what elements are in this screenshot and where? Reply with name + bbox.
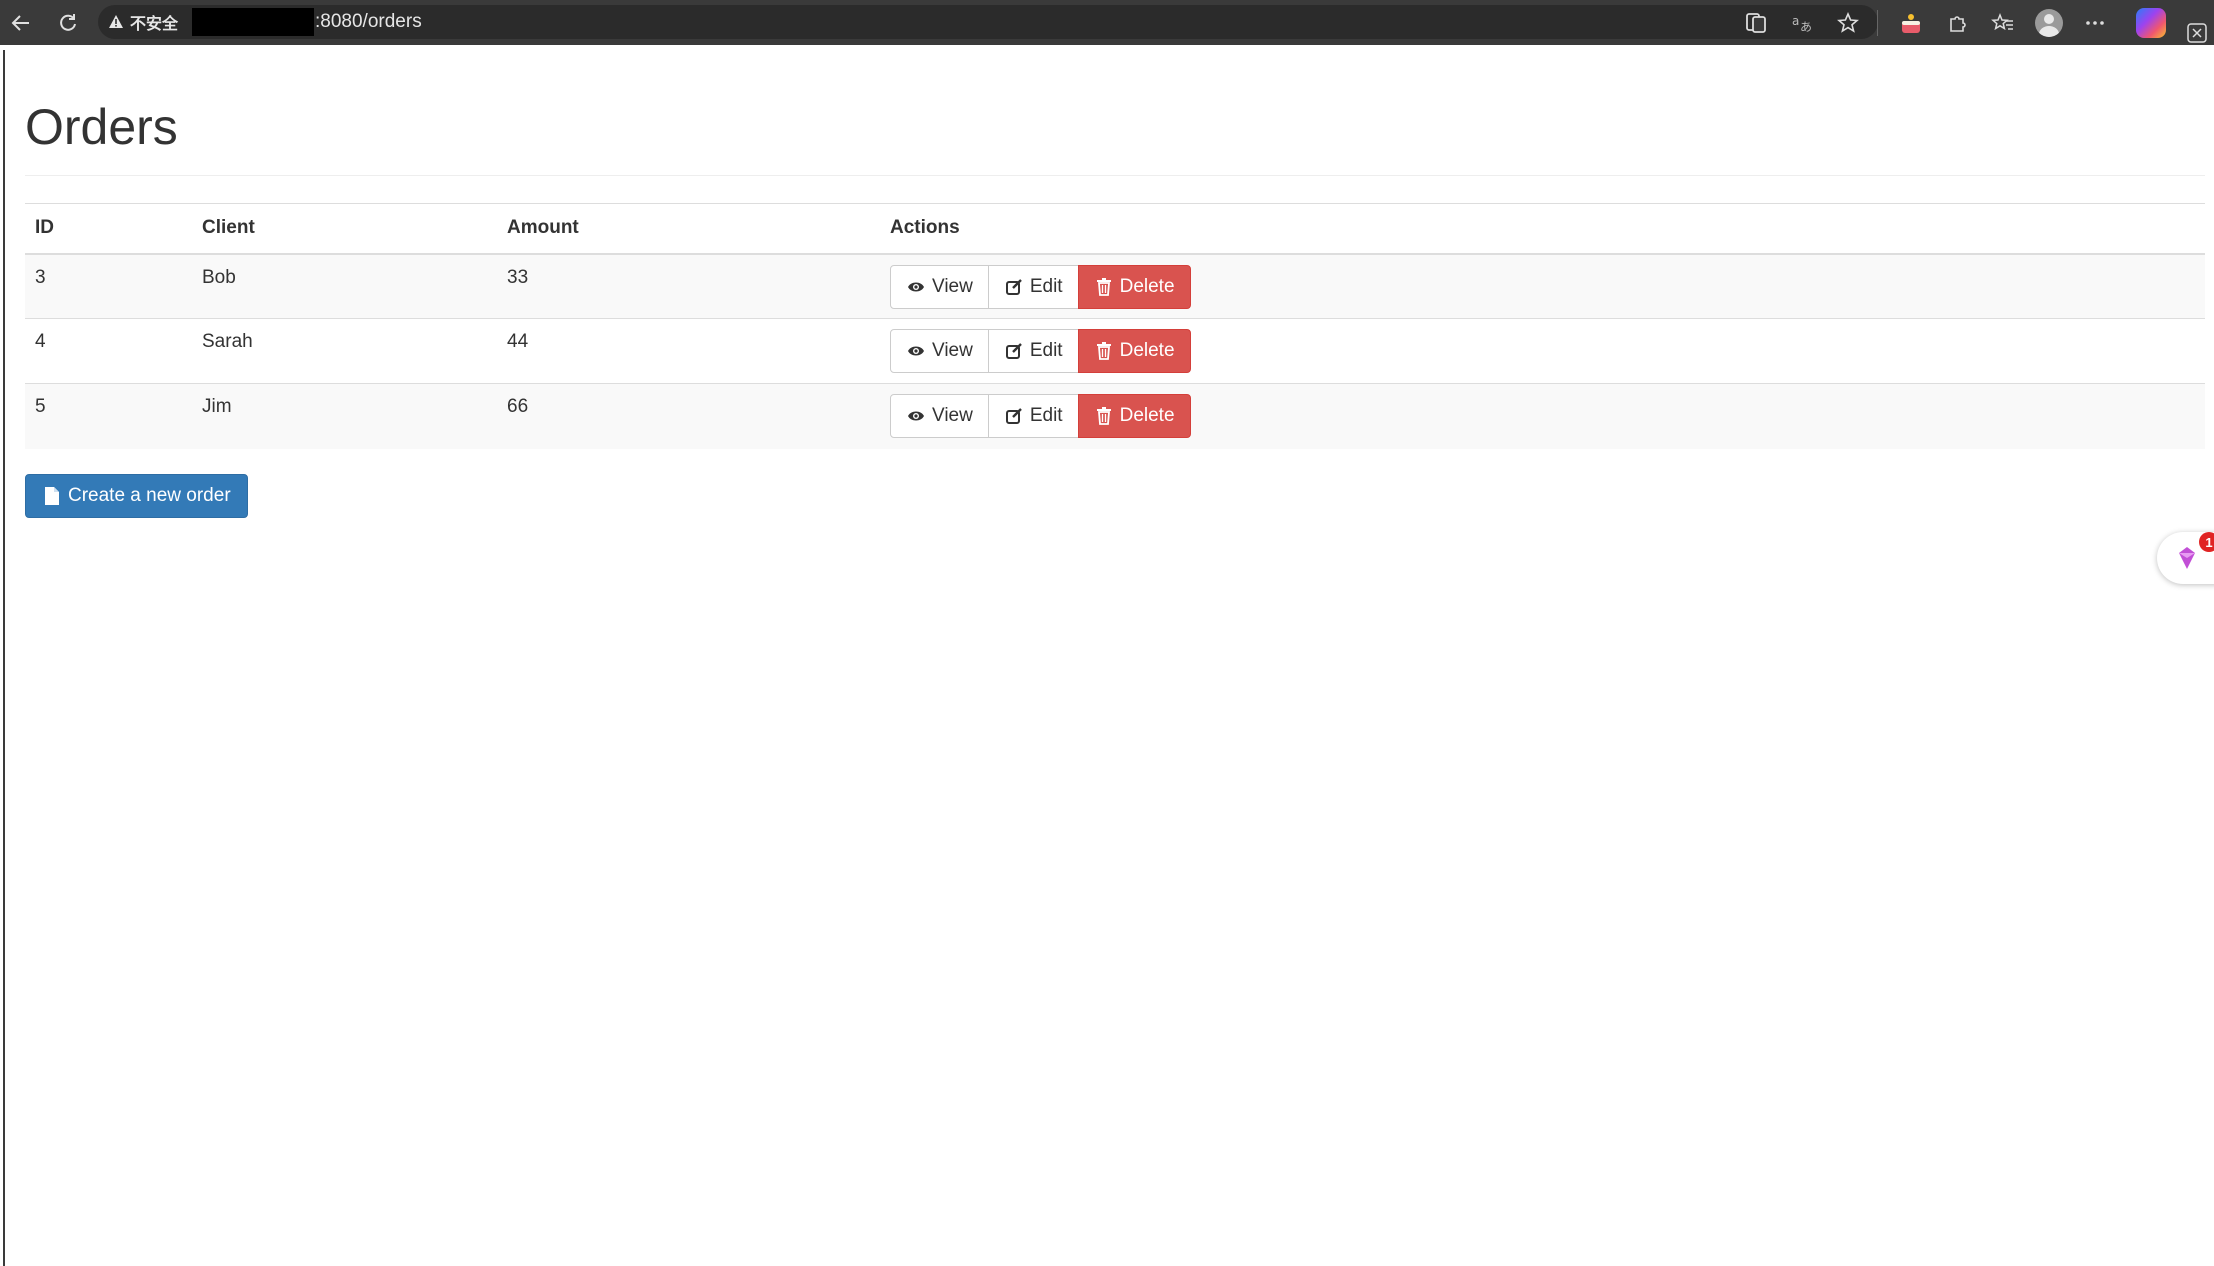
copilot-button[interactable] bbox=[2132, 4, 2170, 42]
table-header-row: ID Client Amount Actions bbox=[25, 203, 2205, 255]
edit-icon bbox=[1004, 406, 1024, 426]
floating-assistant-widget[interactable]: 1 bbox=[2157, 532, 2214, 584]
header-actions: Actions bbox=[880, 203, 2205, 255]
edit-icon bbox=[1004, 277, 1024, 297]
file-icon bbox=[42, 486, 62, 506]
page-title: Orders bbox=[25, 99, 178, 155]
create-order-button[interactable]: Create a new order bbox=[25, 474, 248, 518]
cell-client: Sarah bbox=[192, 318, 497, 384]
view-label: View bbox=[932, 405, 973, 426]
edit-label: Edit bbox=[1029, 275, 1063, 297]
redacted-host bbox=[192, 8, 315, 36]
trash-icon bbox=[1094, 277, 1114, 297]
header-id: ID bbox=[25, 203, 192, 255]
cell-id: 4 bbox=[25, 318, 192, 384]
profile-button[interactable] bbox=[2030, 4, 2068, 42]
edit-button[interactable]: Edit bbox=[987, 264, 1079, 309]
translate-button[interactable]: a あ bbox=[1783, 4, 1821, 42]
favorites-list-icon bbox=[1991, 12, 2013, 30]
delete-button[interactable]: Delete bbox=[1077, 394, 1191, 438]
security-label: 不安全 bbox=[130, 14, 179, 33]
delete-button[interactable]: Delete bbox=[1077, 264, 1191, 309]
table-row: 4 Sarah 44 View Edit Delete bbox=[25, 318, 2205, 384]
reload-icon bbox=[60, 14, 76, 31]
cell-amount: 44 bbox=[497, 318, 880, 384]
delete-label: Delete bbox=[1119, 340, 1175, 361]
read-aloud-button[interactable] bbox=[1737, 4, 1775, 42]
view-label: View bbox=[932, 275, 973, 297]
trash-icon bbox=[1094, 341, 1114, 361]
edit-button[interactable]: Edit bbox=[987, 394, 1079, 438]
site-security-indicator[interactable]: 不安全 bbox=[108, 10, 178, 34]
read-aloud-icon bbox=[1746, 12, 1766, 33]
extension-button[interactable] bbox=[1892, 4, 1930, 42]
address-bar[interactable]: 不安全 :8080/orders bbox=[98, 5, 1878, 39]
translate-icon: a あ bbox=[1792, 14, 1812, 34]
close-corner-icon[interactable] bbox=[2180, 6, 2214, 46]
header-amount: Amount bbox=[497, 203, 880, 255]
reload-button[interactable] bbox=[53, 8, 83, 38]
edit-label: Edit bbox=[1029, 405, 1063, 426]
avatar bbox=[2035, 8, 2063, 37]
svg-text:あ: あ bbox=[1800, 20, 1812, 34]
cake-extension-icon bbox=[1902, 13, 1920, 33]
header-client: Client bbox=[192, 203, 497, 255]
table-row: 5 Jim 66 View Edit Delete bbox=[25, 383, 2205, 449]
orders-table: ID Client Amount Actions 3 Bob 33 View E… bbox=[25, 203, 2205, 449]
delete-label: Delete bbox=[1119, 405, 1175, 426]
edit-button[interactable]: Edit bbox=[987, 329, 1079, 373]
close-icon bbox=[2187, 23, 2207, 43]
favorite-star-button[interactable] bbox=[1829, 4, 1867, 42]
toolbar-icons: a あ bbox=[1729, 0, 2214, 45]
edit-label: Edit bbox=[1029, 340, 1063, 361]
page-content: Orders ID Client Amount Actions 3 Bob 33 bbox=[3, 50, 2214, 1266]
back-button[interactable] bbox=[6, 8, 36, 38]
eye-icon bbox=[906, 406, 926, 426]
toolbar-separator bbox=[1877, 9, 1878, 36]
view-button[interactable]: View bbox=[890, 329, 989, 373]
more-menu-button[interactable] bbox=[2076, 4, 2114, 42]
cell-actions: View Edit Delete bbox=[880, 318, 2205, 384]
table-row: 3 Bob 33 View Edit Delete bbox=[25, 253, 2205, 319]
row-action-group: View Edit Delete bbox=[890, 329, 1191, 373]
cell-id: 5 bbox=[25, 383, 192, 449]
favorites-button[interactable] bbox=[1984, 4, 2022, 42]
star-icon bbox=[1837, 11, 1859, 33]
back-arrow-icon bbox=[11, 15, 29, 31]
create-order-label: Create a new order bbox=[68, 485, 231, 506]
cell-id: 3 bbox=[25, 253, 192, 319]
puzzle-icon bbox=[1950, 15, 1966, 32]
extensions-button[interactable] bbox=[1938, 4, 1976, 42]
edit-icon bbox=[1004, 341, 1024, 361]
cell-client: Bob bbox=[192, 253, 497, 319]
notification-badge: 1 bbox=[2199, 532, 2214, 552]
url-text: :8080/orders bbox=[315, 11, 422, 32]
trash-icon bbox=[1094, 406, 1114, 426]
cell-client: Jim bbox=[192, 383, 497, 449]
gem-icon bbox=[2179, 547, 2195, 569]
warning-icon bbox=[109, 15, 123, 28]
svg-text:a: a bbox=[1792, 14, 1799, 28]
row-action-group: View Edit Delete bbox=[890, 264, 1191, 309]
browser-toolbar: 不安全 :8080/orders a あ bbox=[0, 0, 2214, 45]
eye-icon bbox=[906, 277, 926, 297]
cell-actions: View Edit Delete bbox=[880, 253, 2205, 319]
delete-button[interactable]: Delete bbox=[1077, 329, 1191, 373]
view-button[interactable]: View bbox=[890, 394, 989, 438]
cell-actions: View Edit Delete bbox=[880, 383, 2205, 449]
row-action-group: View Edit Delete bbox=[890, 394, 1191, 438]
more-dots-icon bbox=[2086, 20, 2104, 25]
view-button[interactable]: View bbox=[890, 264, 989, 309]
title-divider bbox=[25, 175, 2205, 176]
cell-amount: 33 bbox=[497, 253, 880, 319]
eye-icon bbox=[906, 341, 926, 361]
view-label: View bbox=[932, 340, 973, 361]
cell-amount: 66 bbox=[497, 383, 880, 449]
copilot-icon bbox=[2136, 7, 2166, 38]
delete-label: Delete bbox=[1119, 275, 1175, 297]
